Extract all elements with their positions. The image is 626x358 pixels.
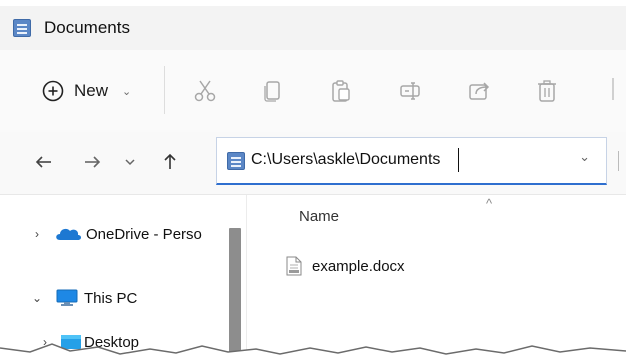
share-button[interactable] bbox=[462, 74, 496, 108]
chevron-down-icon bbox=[125, 159, 135, 166]
list-item[interactable]: example.docx bbox=[286, 256, 405, 276]
copy-icon bbox=[264, 81, 280, 102]
file-name: example.docx bbox=[312, 257, 405, 275]
documents-folder-icon bbox=[227, 152, 245, 170]
toolbar-overflow-edge bbox=[612, 78, 614, 100]
text-caret bbox=[458, 148, 459, 172]
recent-locations-button[interactable] bbox=[116, 148, 144, 176]
arrow-left-icon bbox=[35, 156, 51, 168]
sidebar-item-label: OneDrive - Perso bbox=[86, 225, 202, 243]
chevron-right-icon[interactable]: › bbox=[30, 227, 44, 241]
sidebar-item-label: This PC bbox=[84, 289, 138, 307]
plus-circle-icon bbox=[42, 80, 64, 102]
arrow-up-icon bbox=[164, 153, 176, 169]
column-header-name[interactable]: Name bbox=[299, 208, 339, 225]
search-box-edge bbox=[618, 151, 626, 171]
delete-icon bbox=[538, 80, 556, 102]
back-button[interactable] bbox=[30, 148, 58, 176]
toolbar-separator bbox=[164, 66, 165, 114]
title-bar: Documents bbox=[0, 6, 626, 51]
docx-file-icon bbox=[286, 256, 302, 276]
window-title: Documents bbox=[44, 18, 130, 37]
new-button-label: New bbox=[74, 81, 109, 100]
onedrive-cloud-icon bbox=[56, 228, 81, 240]
chevron-down-icon[interactable]: ⌄ bbox=[30, 291, 44, 305]
documents-folder-icon bbox=[13, 19, 31, 37]
share-icon bbox=[469, 82, 490, 100]
address-path: C:\Users\askle\Documents bbox=[251, 151, 441, 168]
rename-icon bbox=[400, 82, 420, 100]
chevron-down-icon: ⌄ bbox=[122, 85, 132, 98]
delete-button[interactable] bbox=[530, 74, 564, 108]
sidebar-item-this-pc[interactable]: ⌄ This PC bbox=[30, 289, 137, 307]
cut-button[interactable] bbox=[188, 74, 222, 108]
paste-icon bbox=[332, 80, 350, 102]
sidebar-item-onedrive[interactable]: › OneDrive - Perso bbox=[30, 225, 202, 243]
torn-edge bbox=[0, 343, 626, 358]
cut-icon bbox=[194, 80, 216, 102]
new-button[interactable]: New ⌄ bbox=[36, 76, 137, 106]
address-bar[interactable]: C:\Users\askle\Documents ⌄ bbox=[216, 137, 607, 185]
forward-button[interactable] bbox=[78, 148, 106, 176]
copy-button[interactable] bbox=[256, 74, 290, 108]
rename-button[interactable] bbox=[394, 74, 428, 108]
computer-icon bbox=[56, 289, 78, 306]
sort-ascending-icon: ^ bbox=[486, 196, 493, 211]
arrow-right-icon bbox=[85, 156, 101, 168]
paste-button[interactable] bbox=[324, 74, 358, 108]
up-button[interactable] bbox=[156, 148, 184, 176]
chevron-down-icon[interactable]: ⌄ bbox=[579, 149, 590, 165]
